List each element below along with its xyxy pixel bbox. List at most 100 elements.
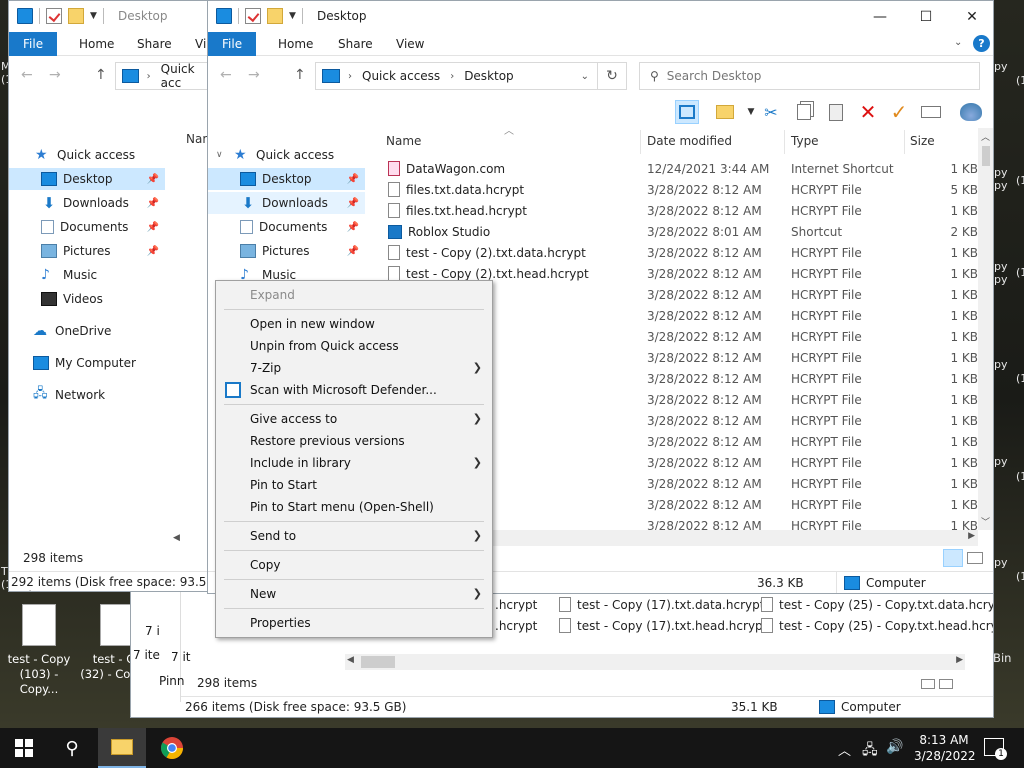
properties-icon[interactable]	[245, 8, 261, 24]
chevron-down-icon[interactable]: ⌄	[954, 37, 962, 48]
preview-pane-icon[interactable]	[675, 100, 699, 124]
back-arrow-icon[interactable]: ←	[220, 67, 232, 83]
search-input[interactable]: ⚲ Search Desktop	[639, 62, 980, 90]
view-toggle[interactable]	[943, 549, 987, 567]
list-item[interactable]: .hcrypt	[495, 594, 537, 615]
new-folder-icon[interactable]	[267, 8, 283, 24]
column-header-type[interactable]: Type	[791, 128, 819, 154]
paste-icon[interactable]	[824, 100, 848, 124]
forward-arrow-icon[interactable]: →	[248, 67, 260, 83]
scroll-right-icon[interactable]: ▶	[968, 531, 975, 541]
breadcrumb[interactable]: Quick acc	[161, 62, 214, 90]
details-view-icon[interactable]	[943, 549, 963, 567]
vertical-scrollbar[interactable]: ︿ ﹀	[978, 128, 993, 530]
rename-icon[interactable]	[919, 100, 943, 124]
volume-icon[interactable]: 🔊	[886, 739, 903, 755]
back-explorer-window[interactable]: ▼ Desktop File Home Share Vi ← → ↑ › Qui…	[8, 0, 218, 592]
tab-home[interactable]: Home	[65, 32, 128, 56]
nav-onedrive[interactable]: ☁ OneDrive	[9, 320, 165, 342]
tab-share[interactable]: Share	[123, 32, 186, 56]
nav-downloads[interactable]: ⬇ Downloads 📌	[9, 192, 165, 214]
cut-icon[interactable]: ✂	[759, 100, 783, 124]
tab-view[interactable]: View	[382, 32, 438, 56]
chevron-down-icon[interactable]: ▼	[289, 11, 296, 21]
chevron-up-icon[interactable]: ︿	[838, 740, 851, 759]
desktop-icon-file[interactable]: test - Copy (103) - Copy...	[2, 604, 76, 697]
chevron-down-icon[interactable]: ▼	[90, 11, 97, 21]
nav-network[interactable]: 🖧 Network	[9, 384, 165, 406]
back-arrow-icon[interactable]: ←	[21, 67, 33, 83]
refresh-button[interactable]: ↻	[597, 62, 627, 90]
table-row[interactable]: DataWagon.com 12/24/2021 3:44 AM Internet …	[208, 158, 978, 179]
nav-music[interactable]: ♪ Music	[9, 264, 165, 286]
horizontal-scrollbar[interactable]: ▶	[488, 530, 978, 546]
menu-item-send-to[interactable]: Send to ❯	[216, 525, 492, 547]
nav-desktop[interactable]: Desktop 📌	[9, 168, 165, 190]
shell-icon[interactable]	[959, 100, 983, 124]
chrome-taskbar-button[interactable]	[148, 728, 196, 768]
minimize-button[interactable]: —	[857, 1, 903, 32]
nav-pictures[interactable]: Pictures 📌	[9, 240, 165, 262]
tab-file[interactable]: File	[208, 32, 257, 56]
menu-item-open-in-new-window[interactable]: Open in new window	[216, 313, 492, 335]
menu-item-pin-to-start[interactable]: Pin to Start	[216, 474, 492, 496]
list-item[interactable]: .hcrypt	[495, 615, 537, 636]
scroll-left-icon[interactable]: ◀	[347, 655, 354, 665]
forward-arrow-icon[interactable]: →	[49, 67, 61, 83]
address-bar[interactable]: › Quick access › Desktop ⌄	[315, 62, 598, 90]
list-item[interactable]: test - Copy (25) - Copy.txt.head.hcry	[761, 615, 993, 636]
new-folder-icon[interactable]	[713, 100, 737, 124]
up-arrow-icon[interactable]: ↑	[95, 67, 107, 83]
address-bar[interactable]: › Quick acc	[115, 62, 217, 90]
nav-documents[interactable]: Documents 📌	[9, 216, 165, 238]
search-icon[interactable]: ⚲	[48, 728, 96, 768]
menu-item-7-zip[interactable]: 7-Zip ❯	[216, 357, 492, 379]
checkmark-icon[interactable]: ✓	[887, 100, 911, 124]
scroll-up-icon[interactable]: ︿	[981, 130, 990, 143]
menu-item-unpin-from-quick-access[interactable]: Unpin from Quick access	[216, 335, 492, 357]
tab-home[interactable]: Home	[264, 32, 327, 56]
menu-item-give-access-to[interactable]: Give access to ❯	[216, 408, 492, 430]
up-arrow-icon[interactable]: ↑	[294, 67, 306, 83]
column-header-date[interactable]: Date modified	[647, 128, 732, 154]
nav-quick-access[interactable]: ★ Quick access	[9, 144, 174, 166]
maximize-button[interactable]: ☐	[903, 1, 949, 32]
view-toggle[interactable]	[921, 678, 961, 690]
menu-item-restore-previous-versions[interactable]: Restore previous versions	[216, 430, 492, 452]
pin-icon[interactable]: 📌	[147, 174, 159, 185]
menu-item-pin-to-start-menu-open-shell[interactable]: Pin to Start menu (Open-Shell)	[216, 496, 492, 518]
copy-icon[interactable]	[792, 100, 816, 124]
menu-item-properties[interactable]: Properties	[216, 612, 492, 634]
large-icons-view-icon[interactable]	[966, 552, 983, 564]
pin-icon[interactable]: 📌	[147, 198, 159, 209]
properties-icon[interactable]	[46, 8, 62, 24]
table-row[interactable]: files.txt.data.hcrypt 3/28/2022 8:12 AM HC…	[208, 179, 978, 200]
tab-file[interactable]: File	[9, 32, 58, 56]
list-item[interactable]: test - Copy (25) - Copy.txt.data.hcry	[761, 594, 993, 615]
breadcrumb-quick-access[interactable]: Quick access	[362, 69, 440, 83]
file-explorer-taskbar-button[interactable]	[98, 728, 146, 768]
close-button[interactable]: ✕	[949, 1, 993, 32]
network-icon[interactable]: 🖧	[862, 739, 878, 763]
list-item[interactable]: test - Copy (17).txt.data.hcrypt	[559, 594, 764, 615]
breadcrumb-desktop[interactable]: Desktop	[464, 69, 514, 83]
table-row[interactable]: Roblox Studio 3/28/2022 8:01 AM Shortcut 2 …	[208, 221, 978, 242]
column-header-size[interactable]: Size	[910, 128, 935, 154]
list-item[interactable]: test - Copy (17).txt.head.hcrypt	[559, 615, 767, 636]
scroll-thumb[interactable]	[982, 146, 990, 166]
menu-item-copy[interactable]: Copy	[216, 554, 492, 576]
new-folder-icon[interactable]	[68, 8, 84, 24]
nav-my-computer[interactable]: My Computer	[9, 352, 165, 374]
help-icon[interactable]: ?	[973, 35, 990, 52]
tab-share[interactable]: Share	[324, 32, 387, 56]
menu-item-new[interactable]: New ❯	[216, 583, 492, 605]
pin-icon[interactable]: 📌	[147, 246, 159, 257]
scroll-down-icon[interactable]: ﹀	[981, 515, 990, 528]
table-row[interactable]: test - Copy (2).txt.data.hcrypt 3/28/2022…	[208, 242, 978, 263]
menu-item-scan-with-microsoft-defender[interactable]: Scan with Microsoft Defender...	[216, 379, 492, 401]
scroll-thumb[interactable]	[361, 656, 395, 668]
scroll-right-icon[interactable]: ▶	[956, 655, 963, 665]
clock[interactable]: 8:13 AM 3/28/2022	[914, 732, 976, 764]
start-button[interactable]	[0, 728, 48, 768]
horizontal-scrollbar[interactable]: ◀ ▶	[345, 654, 965, 670]
